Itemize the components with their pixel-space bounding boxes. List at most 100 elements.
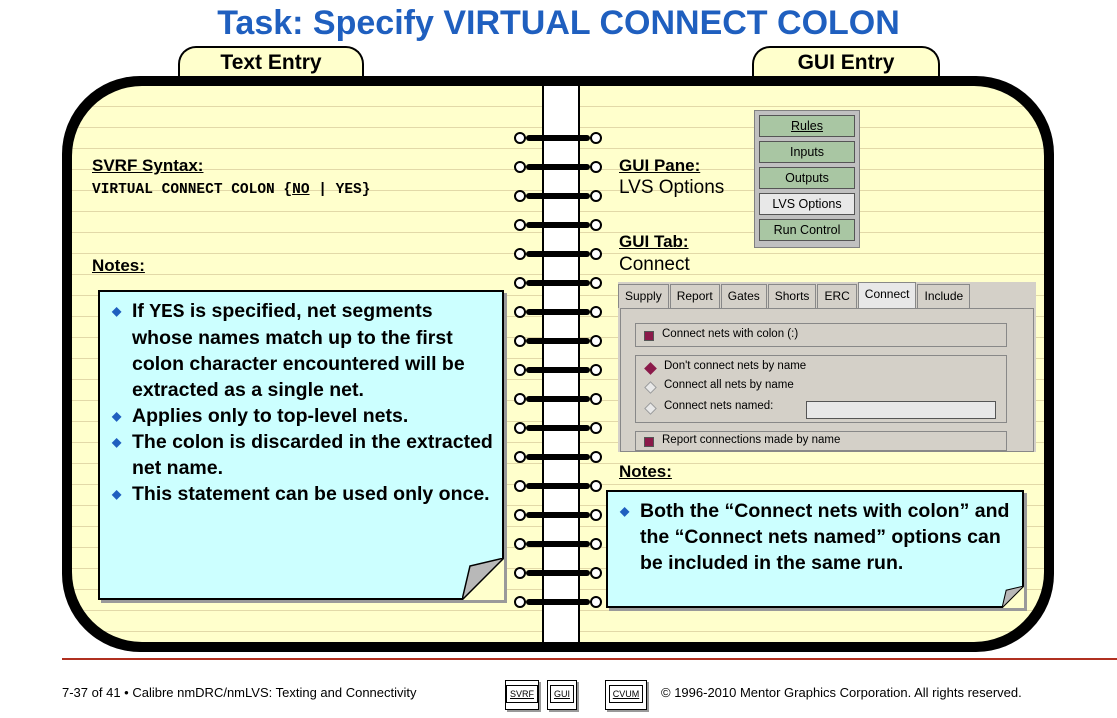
- ring-hole: [590, 277, 602, 289]
- page-fold-icon: [462, 558, 504, 600]
- inputs-button[interactable]: Inputs: [759, 141, 855, 163]
- note-text: If: [132, 300, 150, 322]
- tab-report[interactable]: Report: [669, 284, 720, 308]
- binding-ring: [514, 131, 602, 145]
- syntax-default-no: NO: [292, 182, 310, 198]
- ring-hole: [590, 248, 602, 260]
- gui-nav-button[interactable]: GUI: [547, 680, 577, 710]
- name-option-group: Don't connect nets by name Connect all n…: [635, 355, 1007, 423]
- run-control-button[interactable]: Run Control: [759, 219, 855, 241]
- ring-hole: [514, 422, 526, 434]
- footer-page-info: 7-37 of 41 • Calibre nmDRC/nmLVS: Textin…: [62, 685, 417, 700]
- binding-ring: [514, 450, 602, 464]
- connect-tab-panel: Supply Report Gates Shorts ERC Connect I…: [618, 282, 1036, 452]
- ring-bar: [526, 599, 590, 605]
- ring-bar: [526, 541, 590, 547]
- tab-shorts[interactable]: Shorts: [767, 284, 817, 308]
- left-notes-callout: If YES is specified, net segments whose …: [98, 290, 504, 600]
- svrf-nav-button[interactable]: SVRF: [505, 680, 539, 710]
- binding-ring: [514, 566, 602, 580]
- right-notes-callout: Both the “Connect nets with colon” and t…: [606, 490, 1024, 608]
- tab-supply[interactable]: Supply: [618, 284, 669, 308]
- gui-nav-label: GUI: [549, 685, 574, 703]
- ring-bar: [526, 425, 590, 431]
- gui-tab-value: Connect: [619, 254, 690, 275]
- ring-hole: [514, 219, 526, 231]
- binding-ring: [514, 276, 602, 290]
- report-connections-label: Report connections made by name: [662, 434, 841, 446]
- binding-ring: [514, 537, 602, 551]
- ring-hole: [514, 248, 526, 260]
- ring-bar: [526, 309, 590, 315]
- syntax-suffix: | YES}: [309, 182, 371, 198]
- ring-bar: [526, 483, 590, 489]
- ring-hole: [590, 509, 602, 521]
- radio-dont-connect[interactable]: [644, 362, 657, 375]
- connect-panel-body: Connect nets with colon (:) Don't connec…: [620, 308, 1034, 452]
- cvum-nav-button[interactable]: CVUM: [605, 680, 647, 710]
- ring-hole: [590, 132, 602, 144]
- gui-tab-label: GUI Tab:: [619, 232, 689, 251]
- ring-bar: [526, 570, 590, 576]
- gui-pane-buttons: Rules Inputs Outputs LVS Options Run Con…: [754, 110, 860, 248]
- gui-tab-row: Supply Report Gates Shorts ERC Connect I…: [618, 282, 971, 308]
- radio-connect-all[interactable]: [644, 381, 657, 394]
- tab-erc[interactable]: ERC: [817, 284, 857, 308]
- binding-ring: [514, 189, 602, 203]
- tab-gates[interactable]: Gates: [720, 284, 767, 308]
- outputs-button[interactable]: Outputs: [759, 167, 855, 189]
- page-fold-icon: [1002, 586, 1024, 608]
- ring-hole: [590, 596, 602, 608]
- lvs-options-button[interactable]: LVS Options: [759, 193, 855, 215]
- right-notes-label: Notes:: [619, 462, 672, 481]
- binding-ring: [514, 218, 602, 232]
- svrf-syntax-label: SVRF Syntax:: [92, 156, 204, 175]
- ring-hole: [590, 451, 602, 463]
- note-once: This statement can be used only once.: [108, 481, 494, 507]
- ring-bar: [526, 367, 590, 373]
- note-yes-specified: If YES is specified, net segments whose …: [108, 298, 494, 403]
- ring-bar: [526, 512, 590, 518]
- cvum-nav-label: CVUM: [608, 685, 644, 703]
- ring-hole: [514, 132, 526, 144]
- ring-hole: [590, 335, 602, 347]
- connect-colon-checkbox[interactable]: [644, 331, 654, 341]
- binding-ring: [514, 392, 602, 406]
- tab-gui-entry[interactable]: GUI Entry: [752, 46, 940, 80]
- left-notes-label: Notes:: [92, 256, 145, 275]
- ring-hole: [590, 422, 602, 434]
- ring-hole: [590, 364, 602, 376]
- note-colon-discarded: The colon is discarded in the extracted …: [108, 429, 494, 481]
- note-combined-options: Both the “Connect nets with colon” and t…: [616, 498, 1014, 576]
- binding-ring: [514, 247, 602, 261]
- nets-named-input[interactable]: [806, 401, 996, 419]
- ring-bar: [526, 164, 590, 170]
- ring-hole: [514, 509, 526, 521]
- rules-button[interactable]: Rules: [759, 115, 855, 137]
- ring-hole: [514, 335, 526, 347]
- radio-connect-named-label: Connect nets named:: [664, 400, 774, 412]
- ring-hole: [514, 364, 526, 376]
- ring-bar: [526, 454, 590, 460]
- colon-option-group: Connect nets with colon (:): [635, 323, 1007, 347]
- binding-ring: [514, 305, 602, 319]
- binding-ring: [514, 508, 602, 522]
- tab-text-entry[interactable]: Text Entry: [178, 46, 364, 80]
- ring-hole: [514, 277, 526, 289]
- ring-hole: [514, 567, 526, 579]
- ring-hole: [590, 480, 602, 492]
- ring-hole: [590, 190, 602, 202]
- tab-connect[interactable]: Connect: [857, 282, 917, 308]
- binding-ring: [514, 334, 602, 348]
- radio-connect-named[interactable]: [644, 402, 657, 415]
- report-connections-checkbox[interactable]: [644, 437, 654, 447]
- binding-ring: [514, 421, 602, 435]
- ring-bar: [526, 222, 590, 228]
- tab-include[interactable]: Include: [917, 284, 971, 308]
- ring-bar: [526, 135, 590, 141]
- ring-bar: [526, 193, 590, 199]
- radio-dont-connect-label: Don't connect nets by name: [664, 360, 807, 372]
- ring-hole: [514, 393, 526, 405]
- ring-hole: [514, 538, 526, 550]
- svrf-syntax: VIRTUAL CONNECT COLON {NO | YES}: [92, 182, 370, 198]
